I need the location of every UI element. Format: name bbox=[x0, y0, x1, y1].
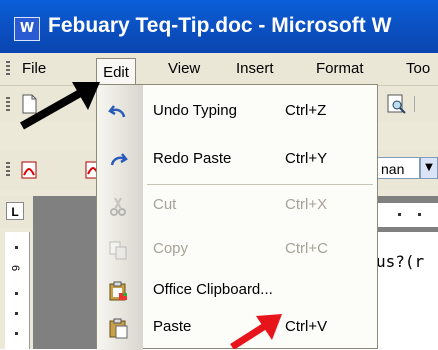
menu-item-undo-typing[interactable]: Undo Typing Ctrl+Z bbox=[97, 95, 379, 128]
ruler-tick bbox=[15, 246, 18, 249]
menu-item-shortcut: Ctrl+V bbox=[285, 318, 328, 335]
ruler-tick bbox=[418, 213, 421, 216]
menu-item-label: Undo Typing bbox=[153, 102, 237, 119]
black-annotation-arrow-icon bbox=[20, 82, 100, 130]
menu-item-shortcut: Ctrl+X bbox=[285, 196, 328, 213]
ruler-tick bbox=[398, 213, 401, 216]
menu-item-shortcut: Ctrl+C bbox=[285, 240, 328, 257]
word-window: W Febuary Teq-Tip.doc - Microsoft W File… bbox=[0, 0, 438, 350]
menu-item-label: Paste bbox=[153, 318, 192, 335]
menu-item-office-clipboard[interactable]: Office Clipboard... bbox=[97, 274, 379, 307]
undo-icon bbox=[107, 101, 129, 123]
menu-format[interactable]: Format bbox=[316, 60, 364, 77]
menu-item-redo-paste[interactable]: Redo Paste Ctrl+Y bbox=[97, 143, 379, 176]
ruler-tick bbox=[15, 312, 18, 315]
menu-tools[interactable]: Too bbox=[406, 60, 430, 77]
menu-item-label: Cut bbox=[153, 196, 177, 213]
tab-stop-selector[interactable]: L bbox=[6, 202, 24, 220]
paste-icon bbox=[107, 317, 129, 339]
window-title: Febuary Teq-Tip.doc - Microsoft W bbox=[48, 14, 392, 37]
title-bar: W Febuary Teq-Tip.doc - Microsoft W bbox=[0, 0, 438, 53]
ruler-tick bbox=[15, 292, 18, 295]
ruler-tick bbox=[15, 332, 18, 335]
font-dropdown-chevron-icon[interactable]: ▼ bbox=[420, 157, 438, 179]
horizontal-ruler[interactable] bbox=[370, 203, 438, 227]
redo-icon bbox=[107, 149, 129, 171]
menubar-grip-icon[interactable] bbox=[6, 61, 10, 75]
copy-icon bbox=[107, 239, 129, 261]
word-doc-icon[interactable]: W bbox=[14, 17, 40, 41]
office-clipboard-icon bbox=[107, 280, 129, 302]
ruler-number: 6 bbox=[9, 264, 22, 272]
ruler-corner: L bbox=[0, 196, 33, 228]
menu-insert[interactable]: Insert bbox=[236, 60, 274, 77]
menu-item-copy[interactable]: Copy Ctrl+C bbox=[97, 233, 379, 266]
print-preview-icon[interactable] bbox=[385, 93, 407, 115]
toolbar-grip-icon[interactable] bbox=[6, 97, 10, 111]
menu-file[interactable]: File bbox=[22, 60, 46, 77]
menu-item-label: Copy bbox=[153, 240, 189, 257]
menu-view[interactable]: View bbox=[168, 60, 200, 77]
font-name-select[interactable]: nan bbox=[376, 157, 420, 179]
document-page[interactable] bbox=[370, 232, 438, 349]
menu-item-label: Office Clipboard... bbox=[153, 281, 273, 298]
red-annotation-arrow-icon bbox=[230, 314, 282, 349]
document-text: us?(r bbox=[376, 252, 425, 271]
menu-item-shortcut: Ctrl+Z bbox=[285, 102, 327, 119]
menu-item-label: Redo Paste bbox=[153, 150, 232, 167]
menu-item-shortcut: Ctrl+Y bbox=[285, 150, 328, 167]
toolbar-separator bbox=[414, 96, 415, 112]
menu-item-cut[interactable]: Cut Ctrl+X bbox=[97, 189, 379, 222]
format-toolbar-grip-icon[interactable] bbox=[6, 162, 10, 176]
pdf-icon[interactable] bbox=[18, 159, 40, 181]
menu-separator bbox=[147, 184, 373, 185]
scissors-icon bbox=[107, 195, 129, 217]
vertical-ruler[interactable]: 6 bbox=[5, 232, 30, 349]
